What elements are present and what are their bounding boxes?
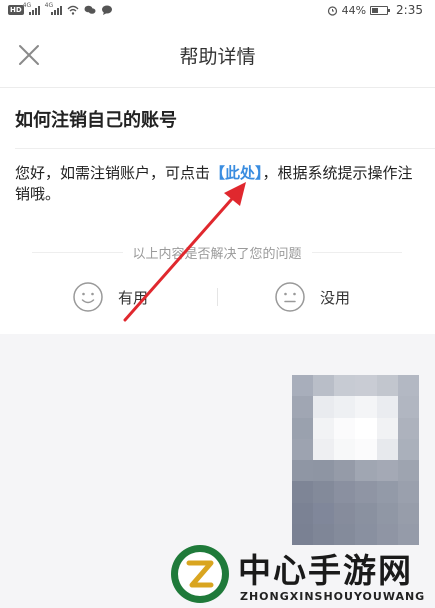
hd-badge: HD — [8, 5, 24, 15]
wechat-icon — [84, 5, 96, 14]
pixel-cell — [376, 460, 398, 482]
signal-icon: 4G — [45, 2, 62, 15]
feedback-prompt: 以上内容是否解决了您的问题 — [132, 246, 302, 262]
pixel-cell — [397, 417, 419, 439]
pixel-cell — [292, 375, 314, 397]
pixel-cell — [313, 460, 335, 482]
pixel-cell — [397, 460, 419, 482]
pixel-cell — [355, 375, 377, 397]
pixel-cell — [292, 438, 314, 460]
neutral-face-icon — [275, 282, 305, 312]
alarm-icon — [327, 5, 337, 16]
pixel-cell — [355, 502, 377, 524]
signal-icon: 4G — [23, 2, 40, 15]
nav-bar: 帮助详情 — [0, 20, 435, 88]
pixel-cell — [376, 396, 398, 418]
divider — [15, 148, 435, 149]
article-body: 您好，如需注销账户，可点击【此处】，根据系统提示操作注销哦。 — [15, 163, 425, 205]
useful-label: 有用 — [118, 288, 149, 307]
page-title: 帮助详情 — [179, 46, 256, 68]
pixel-cell — [313, 396, 335, 418]
pixel-cell — [334, 502, 356, 524]
pixel-cell — [313, 417, 335, 439]
watermark-name: 中心手游网 — [238, 551, 413, 590]
pixel-cell — [376, 375, 398, 397]
pixel-cell — [313, 375, 335, 397]
pixel-cell — [397, 438, 419, 460]
pixel-cell — [376, 481, 398, 503]
pixel-cell — [355, 438, 377, 460]
message-icon — [101, 5, 112, 15]
pixel-cell — [397, 502, 419, 524]
pixel-cell — [334, 417, 356, 439]
useless-button[interactable]: 没用 — [274, 280, 350, 314]
watermark: 中心手游网 ZHONGXINSHOUYOUWANG — [168, 542, 433, 608]
status-left: HD 4G 4G — [8, 2, 113, 15]
pixel-cell — [397, 396, 419, 418]
watermark-pinyin: ZHONGXINSHOUYOUWANG — [240, 590, 426, 603]
deactivate-link[interactable]: 【此处】 — [210, 164, 263, 182]
pixel-cell — [313, 502, 335, 524]
useful-button[interactable]: 有用 — [72, 280, 148, 314]
pixel-cell — [334, 375, 356, 397]
watermark-logo — [171, 545, 229, 603]
pixel-cell — [292, 460, 314, 482]
pixel-cell — [376, 502, 398, 524]
divider — [32, 251, 123, 253]
feedback-prompt-row: 以上内容是否解决了您的问题 — [32, 242, 403, 262]
pixel-cell — [292, 481, 314, 503]
pixel-cell — [355, 460, 377, 482]
pixel-cell — [292, 502, 314, 524]
pixel-cell — [355, 481, 377, 503]
pixel-cell — [397, 481, 419, 503]
pixel-cell — [397, 375, 419, 397]
pixel-cell — [376, 417, 398, 439]
status-right: 44% 2:35 — [327, 3, 423, 17]
divider — [217, 288, 218, 306]
article-title: 如何注销自己的账号 — [15, 110, 177, 131]
pixel-cell — [334, 438, 356, 460]
battery-icon — [370, 5, 391, 15]
article-text: 您好，如需注销账户，可点击 — [15, 164, 211, 182]
pixel-cell — [376, 438, 398, 460]
pixel-cell — [355, 396, 377, 418]
pixel-cell — [313, 481, 335, 503]
pixel-cell — [292, 396, 314, 418]
battery-percent: 44% — [341, 3, 367, 17]
pixel-cell — [313, 438, 335, 460]
pixelated-image — [292, 375, 419, 545]
pixel-cell — [334, 481, 356, 503]
divider — [311, 251, 403, 253]
pixel-cell — [355, 417, 377, 439]
status-bar: HD 4G 4G 44% 2:35 — [0, 0, 435, 20]
pixel-cell — [334, 396, 356, 418]
pixel-cell — [334, 460, 356, 482]
smile-face-icon — [73, 282, 103, 312]
pixel-cell — [292, 417, 314, 439]
useless-label: 没用 — [320, 288, 351, 307]
wifi-icon — [67, 5, 79, 15]
status-time: 2:35 — [396, 3, 423, 17]
